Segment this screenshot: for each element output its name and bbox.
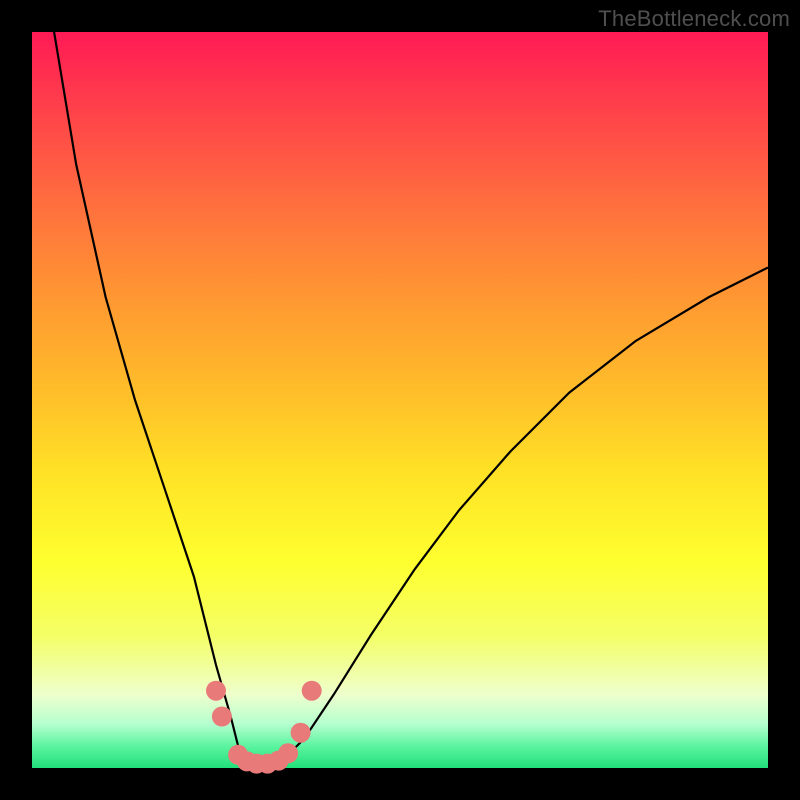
watermark-text: TheBottleneck.com [598, 6, 790, 32]
chart-svg [32, 32, 768, 768]
bottleneck-curve [54, 32, 768, 768]
data-marker [302, 681, 322, 701]
chart-frame: TheBottleneck.com [0, 0, 800, 800]
data-marker [212, 707, 232, 727]
data-markers [206, 681, 322, 774]
data-marker [206, 681, 226, 701]
data-marker [291, 723, 311, 743]
data-marker [278, 743, 298, 763]
